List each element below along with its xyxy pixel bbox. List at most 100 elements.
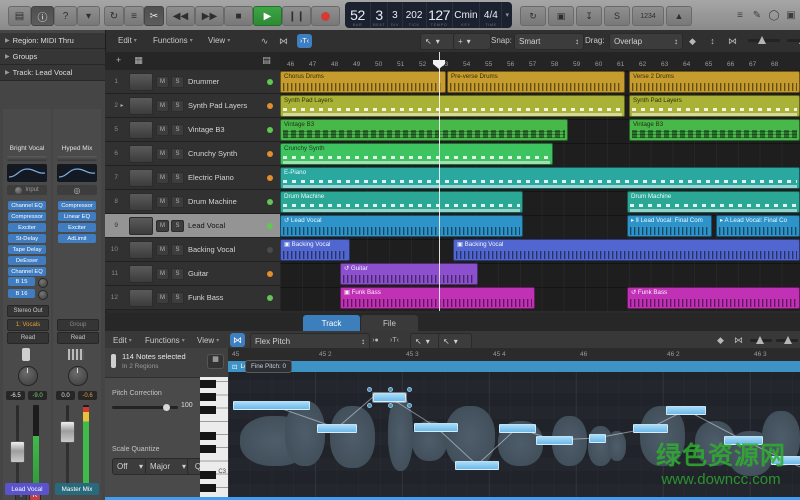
piano-black-key[interactable] bbox=[200, 393, 216, 401]
cycle-icon[interactable]: ↻ bbox=[520, 6, 546, 26]
horizontal-zoom-slider[interactable] bbox=[787, 36, 800, 44]
editor-menu-functions[interactable]: Functions ▾ bbox=[145, 333, 185, 348]
send-knob[interactable] bbox=[38, 278, 48, 288]
editor-hzoom-slider[interactable] bbox=[776, 336, 798, 344]
piano-black-key[interactable] bbox=[200, 432, 216, 440]
channel-strip-label[interactable]: Lead Vocal bbox=[5, 483, 49, 495]
plugin-slot[interactable]: Channel EQ bbox=[8, 201, 46, 210]
region-guitar[interactable]: ↺ Guitar bbox=[340, 263, 478, 285]
media-browser-icon[interactable]: ▾ bbox=[77, 6, 100, 26]
note-edit-hotspot[interactable] bbox=[367, 387, 372, 392]
piano-black-key[interactable] bbox=[200, 406, 216, 414]
track-status-dot[interactable] bbox=[267, 150, 273, 157]
region-chorus-drums[interactable]: Chorus Drums bbox=[280, 71, 446, 93]
track-header-guitar[interactable]: 11 M S Guitar bbox=[105, 262, 280, 286]
flex-pitch-canvas[interactable] bbox=[228, 372, 800, 497]
track-mute-button[interactable]: M bbox=[156, 123, 169, 136]
region-vintage-b3[interactable]: Vintage B3 bbox=[280, 119, 568, 141]
region-funk-bass[interactable]: ↺ Funk Bass bbox=[627, 287, 800, 309]
track-mute-button[interactable]: M bbox=[156, 171, 169, 184]
piano-black-key[interactable] bbox=[200, 445, 216, 453]
strip-name[interactable]: Hyped Mix bbox=[53, 145, 101, 152]
editor-ruler[interactable]: 45 45 2 45 3 45 4 46 46 2 46 3 bbox=[228, 348, 800, 361]
track-header-lead-vocal[interactable]: 9 M S Lead Vocal bbox=[105, 214, 280, 238]
flex-note-selected[interactable] bbox=[373, 393, 406, 402]
flex-note[interactable] bbox=[771, 456, 800, 465]
piano-black-key[interactable] bbox=[200, 471, 216, 479]
editor-catch-playhead-icon[interactable]: ◆ bbox=[713, 333, 728, 347]
track-solo-button[interactable]: S bbox=[171, 75, 184, 88]
editor-vzoom-slider[interactable] bbox=[750, 336, 772, 344]
track-status-dot[interactable] bbox=[267, 222, 273, 229]
strip-name[interactable]: Bright Vocal bbox=[3, 145, 51, 152]
count-in-button[interactable]: 1234 bbox=[632, 6, 664, 26]
scale-root-menu[interactable]: Off ▾ bbox=[112, 458, 148, 475]
forward-button[interactable]: ▶▶ bbox=[195, 6, 224, 26]
channel-strip-label[interactable]: Master Mix bbox=[55, 483, 99, 495]
flex-note[interactable] bbox=[233, 401, 310, 410]
group-slot[interactable]: 1: Vocals bbox=[7, 319, 49, 331]
add-track-icon[interactable]: + bbox=[112, 55, 125, 67]
automation-mode-button[interactable]: Read bbox=[57, 332, 99, 344]
volume-fader[interactable] bbox=[60, 421, 75, 443]
track-status-dot[interactable] bbox=[267, 78, 273, 85]
stop-button[interactable]: ■ bbox=[224, 6, 253, 26]
note-edit-hotspot[interactable] bbox=[387, 387, 393, 392]
plugin-slot[interactable]: AdLimit bbox=[58, 234, 96, 243]
arrange-lanes[interactable]: Chorus Drums Pre-verse Drums Verse 2 Drums… bbox=[280, 70, 800, 311]
send-slot[interactable]: B 16 bbox=[8, 289, 35, 298]
track-mute-button[interactable]: M bbox=[156, 267, 169, 280]
undo-icon[interactable]: ↻ bbox=[104, 6, 124, 26]
track-mute-button[interactable]: M bbox=[156, 99, 169, 112]
low-latency-icon[interactable]: ↧ bbox=[576, 6, 602, 26]
editor-menu-view[interactable]: View ▾ bbox=[197, 333, 219, 348]
editor-region-header[interactable]: ⊡ Lead Vocal ↺ bbox=[228, 361, 800, 372]
region--lead-vocal-final-com[interactable]: ▸ Ⅱ Lead Vocal: Final Com bbox=[627, 215, 712, 237]
plugin-slot[interactable]: St-Delay bbox=[8, 234, 46, 243]
menu-functions[interactable]: Functions ▾ bbox=[153, 33, 193, 48]
track-solo-button[interactable]: S bbox=[171, 171, 184, 184]
auto-track-zoom-icon[interactable]: ↕ bbox=[705, 34, 720, 48]
track-mute-button[interactable]: M bbox=[156, 243, 169, 256]
list-editors-icon[interactable]: ≡ bbox=[733, 6, 747, 24]
channel-strip-setting-button[interactable] bbox=[7, 156, 47, 161]
tab-file[interactable]: File bbox=[361, 315, 418, 331]
pan-knob[interactable] bbox=[18, 366, 38, 386]
region-a-lead-vocal-final-co[interactable]: ▸ A Lead Vocal: Final Co bbox=[716, 215, 800, 237]
snap-menu[interactable]: Smart ↕ bbox=[514, 33, 584, 50]
plugin-slot[interactable]: Compressor bbox=[8, 212, 46, 221]
channel-strip-setting-button[interactable] bbox=[57, 156, 97, 161]
editor-catch-icon[interactable]: ›T‹ bbox=[387, 333, 402, 347]
track-solo-button[interactable]: S bbox=[171, 291, 184, 304]
flex-note[interactable] bbox=[633, 424, 668, 433]
automation-mode-button[interactable]: Read bbox=[7, 332, 49, 344]
region-pre-verse-drums[interactable]: Pre-verse Drums bbox=[447, 71, 625, 93]
replace-icon[interactable]: ▣ bbox=[548, 6, 574, 26]
track-solo-button[interactable]: S bbox=[171, 147, 184, 160]
volume-fader[interactable] bbox=[10, 441, 25, 463]
eq-thumbnail[interactable] bbox=[7, 164, 47, 182]
menu-view[interactable]: View ▾ bbox=[208, 33, 230, 48]
flex-note[interactable] bbox=[536, 436, 573, 445]
track-header-drum-machine[interactable]: 8 M S Drum Machine bbox=[105, 190, 280, 214]
track-sort-icon[interactable]: ▤ bbox=[260, 55, 273, 67]
flex-icon[interactable]: ⋈ bbox=[276, 34, 291, 48]
note-pads-icon[interactable]: ✎ bbox=[750, 6, 764, 24]
region-synth-pad-layers[interactable]: Synth Pad Layers bbox=[629, 95, 800, 117]
track-status-dot[interactable] bbox=[267, 126, 273, 133]
lcd-display[interactable]: 52 BAR 3 BEAT 3 DIV 202 TICK 127 TEMPO Cmin KE… bbox=[345, 2, 512, 28]
scale-type-menu[interactable]: Major ▾ bbox=[145, 458, 191, 475]
cut-icon[interactable]: ✂ bbox=[144, 6, 164, 26]
track-mute-button[interactable]: M bbox=[156, 291, 169, 304]
piano-black-key[interactable] bbox=[200, 484, 216, 492]
plugin-slot[interactable]: Channel EQ bbox=[8, 267, 46, 276]
metronome-icon[interactable]: ▲ bbox=[666, 6, 692, 26]
region-funk-bass[interactable]: ▣ Funk Bass bbox=[340, 287, 535, 309]
track-solo-button[interactable]: S bbox=[171, 195, 184, 208]
record-button[interactable] bbox=[311, 6, 340, 26]
track-header-backing-vocal[interactable]: 10 M S Backing Vocal bbox=[105, 238, 280, 262]
play-button[interactable]: ▶ bbox=[253, 6, 282, 26]
rewind-button[interactable]: ◀◀ bbox=[166, 6, 195, 26]
piano-black-key[interactable] bbox=[200, 380, 216, 388]
region-vintage-b3[interactable]: Vintage B3 bbox=[629, 119, 800, 141]
